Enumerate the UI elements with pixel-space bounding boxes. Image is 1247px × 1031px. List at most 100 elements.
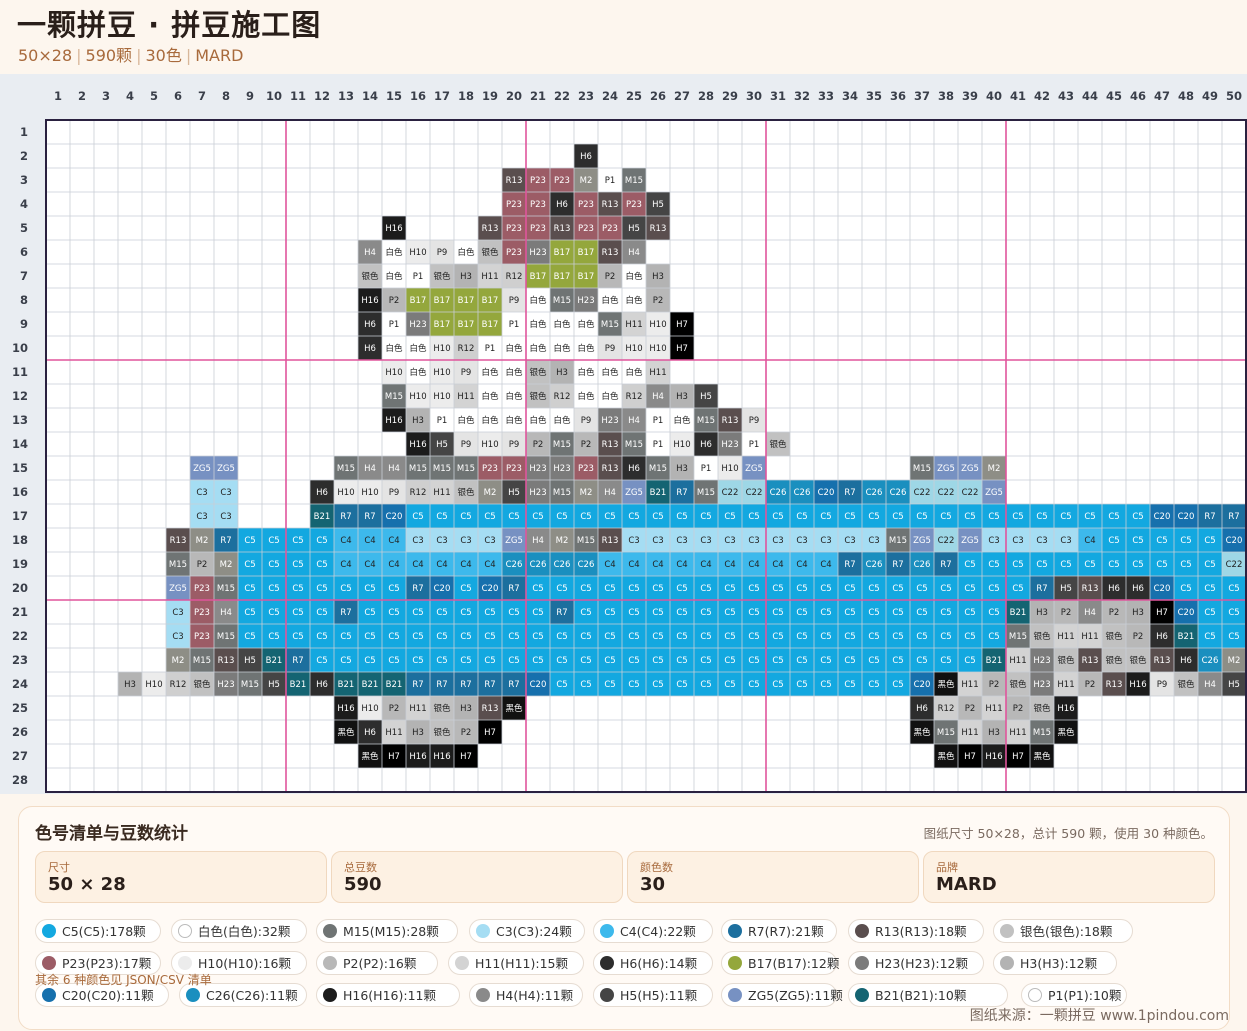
bead-label: 银色 [1009,679,1027,690]
bead-label: H10 [361,704,378,714]
bead-label: M2 [196,536,209,546]
bead-label: H11 [1009,656,1026,666]
bead-label: C5 [940,632,951,642]
stat-value: MARD [936,874,997,895]
bead-label: C5 [844,632,855,642]
bead-label: 白色 [505,415,523,426]
column-number: 29 [722,89,738,103]
bead-label: 银色 [433,271,451,282]
bead-label: C5 [772,680,783,690]
bead-label: C5 [484,632,495,642]
bead-label: H10 [721,464,738,474]
bead-label: C5 [364,584,375,594]
bead-label: C5 [916,632,927,642]
bead-label: C5 [628,584,639,594]
stat-value: 590 [344,874,382,895]
column-number: 34 [842,89,858,103]
header: 一颗拼豆 · 拼豆施工图 50×28 | 590颗 | 30色 | MARD [0,0,1247,74]
bead-label: C5 [244,560,255,570]
column-number: 49 [1202,89,1218,103]
bead-label: H6 [628,464,640,474]
column-number: 12 [314,89,330,103]
bead-label: C5 [988,632,999,642]
bead-label: ZG5 [193,464,211,474]
bead-label: C5 [676,608,687,618]
bead-label: R12 [626,392,643,402]
color-chip-label: C5(C5):178颗 [62,924,146,939]
bead-label: C3 [820,536,831,546]
bead-label: C5 [892,656,903,666]
bead-label: C22 [962,488,979,498]
color-swatch [323,988,337,1002]
bead-label: R13 [1082,584,1099,594]
bead-label: C20 [1178,512,1195,522]
color-swatch [186,988,200,1002]
bead-label: C5 [700,608,711,618]
bead-label: C5 [844,584,855,594]
bead-label: M15 [409,464,427,474]
bead-label: C5 [1156,536,1167,546]
bead-label: C5 [412,656,423,666]
bead-label: P23 [578,464,594,474]
bead-label: 白色 [457,415,475,426]
bead-label: C5 [1036,512,1047,522]
bead-label: H7 [964,752,976,762]
bead-label: C5 [292,608,303,618]
bead-label: C5 [580,680,591,690]
bead-label: R13 [650,224,667,234]
bead-label: ZG5 [961,464,979,474]
row-number: 27 [12,749,28,763]
bead-label: P9 [389,488,400,498]
bead-label: M2 [988,464,1001,474]
bead-label: 银色 [1177,679,1195,690]
row-number: 11 [12,365,28,379]
bead-label: P9 [1157,680,1168,690]
bead-label: C5 [700,632,711,642]
bead-label: 白色 [577,343,595,354]
bead-label: H4 [604,488,616,498]
bead-label: C4 [1084,536,1095,546]
bead-label: C5 [820,584,831,594]
bead-label: 黑色 [337,727,355,738]
bead-label: M15 [913,464,931,474]
stat-size: 尺寸 50 × 28 [35,851,327,903]
bead-label: C5 [820,608,831,618]
column-number: 18 [458,89,474,103]
bead-label: H7 [676,344,688,354]
color-chip: H5(H5):11颗 [593,983,713,1007]
bead-label: H6 [556,200,568,210]
bead-label: C5 [964,584,975,594]
bead-label: C22 [722,488,739,498]
bead-label: M2 [580,488,593,498]
bead-label: B21 [386,680,403,690]
bead-label: H16 [361,296,378,306]
bead-label: H11 [1057,680,1074,690]
color-chip-label: R7(R7):21颗 [748,924,824,939]
bead-label: R7 [340,608,351,618]
bead-label: H16 [385,416,402,426]
bead-label: C5 [964,608,975,618]
bead-label: C5 [1012,560,1023,570]
bead-label: M15 [1033,728,1051,738]
bead-label: H11 [1009,728,1026,738]
bead-label: H3 [676,464,688,474]
bead-label: 银色 [193,679,211,690]
bead-label: C5 [892,632,903,642]
bead-label: C5 [604,656,615,666]
bead-label: C5 [724,608,735,618]
bead-label: C5 [676,632,687,642]
row-number: 22 [12,629,28,643]
bead-label: 银色 [1033,631,1051,642]
bead-label: C5 [796,584,807,594]
bead-label: C22 [1226,560,1243,570]
bead-label: C5 [508,512,519,522]
bead-label: C5 [892,584,903,594]
bead-label: C5 [508,608,519,618]
row-number: 18 [12,533,28,547]
bead-label: 白色 [409,343,427,354]
bead-label: P2 [653,296,664,306]
bead-label: C3 [628,536,639,546]
column-number: 39 [962,89,978,103]
bead-label: C3 [676,536,687,546]
bead-label: C5 [340,656,351,666]
